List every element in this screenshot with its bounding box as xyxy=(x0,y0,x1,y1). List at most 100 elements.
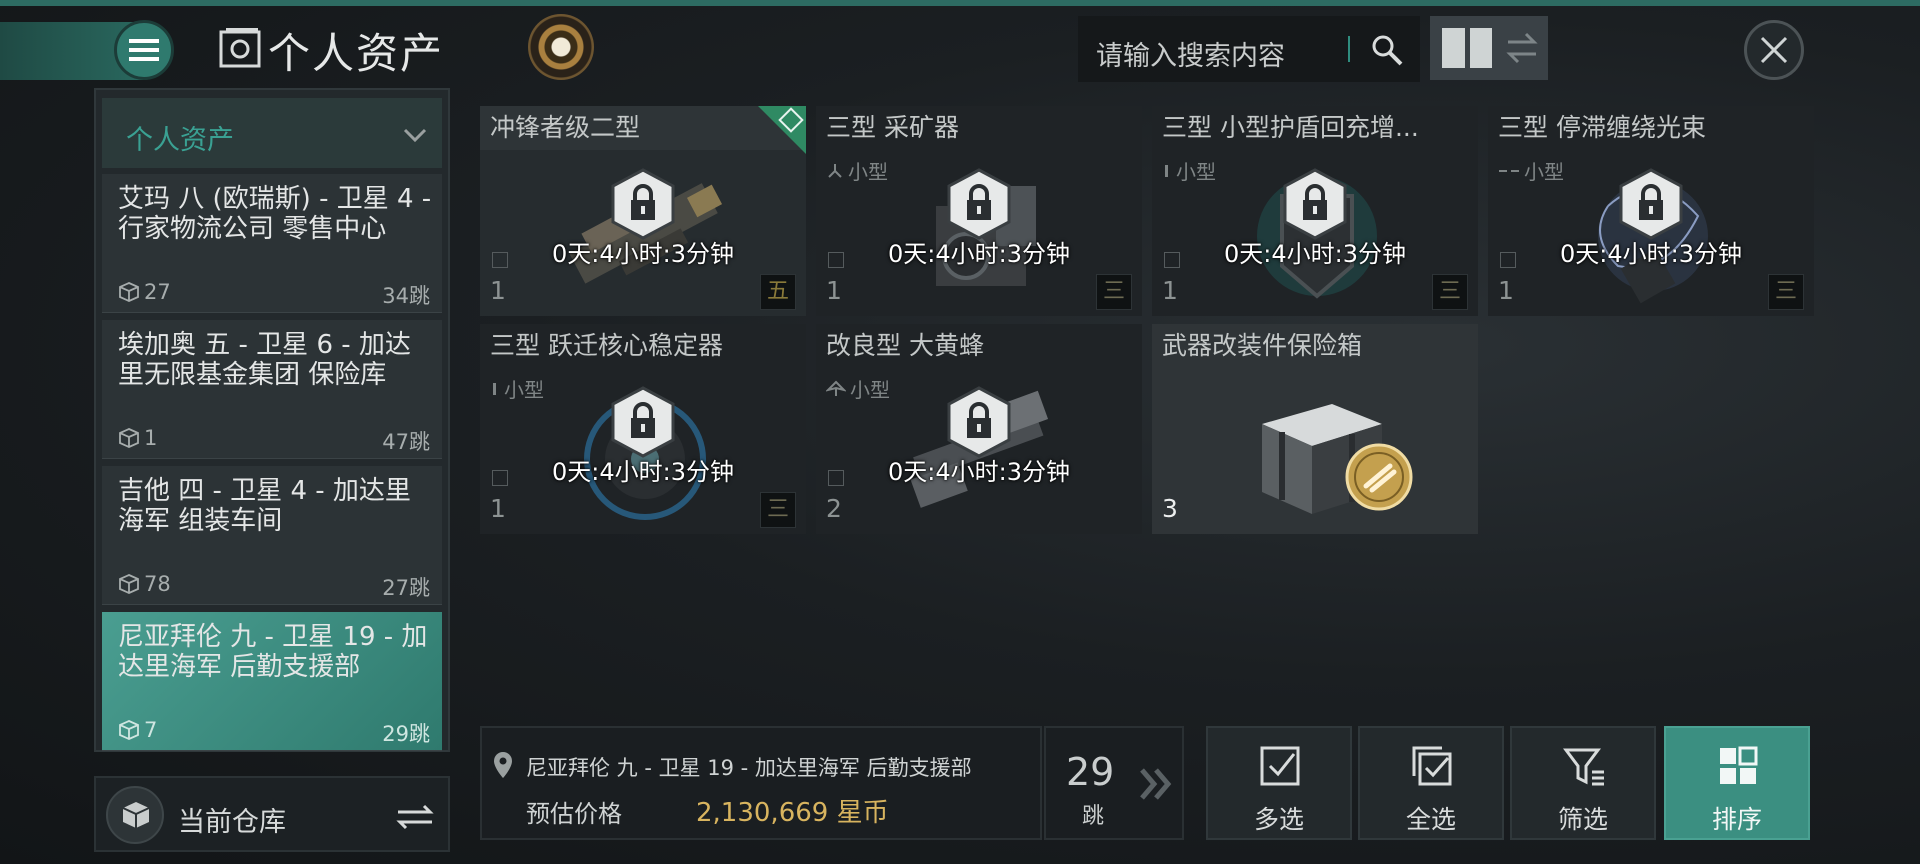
item-card[interactable]: 三型 停滞缠绕光束 小型 0天:4小时:3分钟 1 三 xyxy=(1488,106,1814,316)
item-quantity: 3 xyxy=(1162,494,1178,523)
count-value: 1 xyxy=(144,426,158,450)
location-item[interactable]: 埃加奥 五 - 卫星 6 - 加达里无限基金集团 保险库 1 47跳 xyxy=(102,320,442,459)
unlock-timer: 0天:4小时:3分钟 xyxy=(1560,240,1742,268)
switch-icon[interactable] xyxy=(394,802,436,832)
item-card[interactable]: 三型 跃迁核心稳定器 小型 0天:4小时:3分钟 1 三 xyxy=(480,324,806,534)
lock-icon xyxy=(947,168,1011,240)
current-location-name: 尼亚拜伦 九 - 卫星 19 - 加达里海军 后勤支援部 xyxy=(526,756,972,780)
item-grid: 冲锋者级二型 0天:4小时:3分钟 1 五 三型 采矿器 小型 0天:4小时:3… xyxy=(464,88,1830,716)
location-name: 埃加奥 五 - 卫星 6 - 加达里无限基金集团 保险库 xyxy=(118,330,411,390)
location-count: 7 xyxy=(118,718,157,742)
location-jumps: 29跳 xyxy=(382,722,430,746)
item-title: 武器改装件保险箱 xyxy=(1162,331,1363,360)
lock-icon xyxy=(1283,168,1347,240)
page-title: 个人资产 xyxy=(268,29,445,78)
search-cursor xyxy=(1348,36,1350,62)
cube-icon xyxy=(119,428,139,448)
location-item[interactable]: 艾玛 八 (欧瑞斯) - 卫星 4 - 行家物流公司 零售中心 27 34跳 xyxy=(102,174,442,313)
location-sidebar: 个人资产 艾玛 八 (欧瑞斯) - 卫星 4 - 行家物流公司 零售中心 27 … xyxy=(94,88,450,752)
corp-emblem-icon[interactable] xyxy=(528,14,594,80)
tech-level-badge: 三 xyxy=(1768,274,1804,310)
checkbox-icon xyxy=(492,470,508,486)
cube-icon xyxy=(119,574,139,594)
item-quantity: 1 xyxy=(490,494,506,523)
search-box[interactable]: 请输入搜索内容 xyxy=(1078,16,1420,82)
tech-level-badge: 三 xyxy=(1096,274,1132,310)
item-quantity: 1 xyxy=(826,276,842,305)
warehouse-label: 当前仓库 xyxy=(178,807,286,838)
location-jumps: 34跳 xyxy=(382,284,430,308)
lock-icon xyxy=(947,386,1011,458)
location-item[interactable]: 吉他 四 - 卫星 4 - 加达里海军 组装车间 78 27跳 xyxy=(102,466,442,605)
item-subtype: 小型 xyxy=(826,156,888,185)
sort-button[interactable]: 排序 xyxy=(1664,726,1810,840)
location-count: 27 xyxy=(118,280,171,304)
grid-view-icon[interactable] xyxy=(1442,28,1492,68)
item-card[interactable]: 武器改装件保险箱 3 xyxy=(1152,324,1478,534)
unlock-timer: 0天:4小时:3分钟 xyxy=(552,458,734,486)
location-name: 艾玛 八 (欧瑞斯) - 卫星 4 - 行家物流公司 零售中心 xyxy=(118,184,432,244)
cube-icon xyxy=(119,282,139,302)
select-all-icon xyxy=(1412,746,1452,786)
item-quantity: 2 xyxy=(826,494,842,523)
item-title: 三型 采矿器 xyxy=(826,113,959,142)
unlock-timer: 0天:4小时:3分钟 xyxy=(888,240,1070,268)
count-value: 78 xyxy=(144,572,171,596)
checkbox-icon xyxy=(492,252,508,268)
tech-level-badge: 三 xyxy=(1432,274,1468,310)
checkbox-icon xyxy=(828,252,844,268)
close-button[interactable] xyxy=(1744,20,1804,80)
checkbox-icon xyxy=(1500,252,1516,268)
jump-count-button[interactable]: 29 跳 xyxy=(1044,726,1184,840)
subtype-label: 小型 xyxy=(850,378,890,402)
web-icon xyxy=(1499,169,1519,172)
item-quantity: 1 xyxy=(1498,276,1514,305)
filter-button[interactable]: 筛选 xyxy=(1510,726,1656,840)
item-card[interactable]: 冲锋者级二型 0天:4小时:3分钟 1 五 xyxy=(480,106,806,316)
current-warehouse-button[interactable]: 当前仓库 xyxy=(94,776,450,852)
search-icon[interactable] xyxy=(1370,33,1404,67)
filter-icon xyxy=(1563,748,1604,786)
warehouse-icon xyxy=(106,786,164,844)
jump-number: 29 xyxy=(1066,750,1115,794)
filter-label: 筛选 xyxy=(1557,805,1608,834)
item-subtype: 小型 xyxy=(826,374,890,403)
swap-view-icon[interactable] xyxy=(1506,28,1538,68)
current-location-bar: 尼亚拜伦 九 - 卫星 19 - 加达里海军 后勤支援部 预估价格 2,130,… xyxy=(480,726,1042,840)
unlock-timer: 0天:4小时:3分钟 xyxy=(888,458,1070,486)
view-toggle[interactable] xyxy=(1430,16,1548,80)
asset-type-dropdown[interactable]: 个人资产 xyxy=(102,98,442,168)
item-title: 三型 停滞缠绕光束 xyxy=(1498,113,1706,142)
count-value: 27 xyxy=(144,280,171,304)
close-icon xyxy=(1760,36,1788,64)
item-title: 三型 小型护盾回充增... xyxy=(1162,113,1419,142)
item-quantity: 1 xyxy=(1162,276,1178,305)
menu-button[interactable] xyxy=(114,20,174,80)
location-pin-icon xyxy=(494,752,512,778)
select-all-button[interactable]: 全选 xyxy=(1358,726,1504,840)
sort-grid-icon xyxy=(1720,746,1758,784)
item-card[interactable]: 改良型 大黄蜂 小型 0天:4小时:3分钟 2 xyxy=(816,324,1142,534)
item-subtype: 小型 xyxy=(1498,156,1564,185)
hamburger-icon xyxy=(129,39,159,61)
location-name: 尼亚拜伦 九 - 卫星 19 - 加达里海军 后勤支援部 xyxy=(118,622,428,682)
multi-select-button[interactable]: 多选 xyxy=(1206,726,1352,840)
item-quantity: 1 xyxy=(490,276,506,305)
subtype-label: 小型 xyxy=(1176,160,1216,184)
location-item-selected[interactable]: 尼亚拜伦 九 - 卫星 19 - 加达里海军 后勤支援部 7 29跳 xyxy=(102,612,442,751)
equipped-tag xyxy=(758,106,806,154)
item-subtype: 小型 xyxy=(490,374,544,403)
item-card[interactable]: 三型 小型护盾回充增... 小型 0天:4小时:3分钟 1 三 xyxy=(1152,106,1478,316)
search-input[interactable]: 请输入搜索内容 xyxy=(1096,34,1285,73)
chevron-down-icon xyxy=(403,128,427,143)
item-title: 三型 跃迁核心稳定器 xyxy=(490,331,723,360)
mining-icon xyxy=(828,163,842,178)
location-count: 78 xyxy=(118,572,171,596)
price-label: 预估价格 xyxy=(526,800,622,828)
item-card[interactable]: 三型 采矿器 小型 0天:4小时:3分钟 1 三 xyxy=(816,106,1142,316)
item-title: 改良型 大黄蜂 xyxy=(826,331,984,360)
location-jumps: 27跳 xyxy=(382,576,430,600)
location-count: 1 xyxy=(118,426,157,450)
estimated-price: 2,130,669 星币 xyxy=(696,798,889,828)
lock-icon xyxy=(1619,168,1683,240)
